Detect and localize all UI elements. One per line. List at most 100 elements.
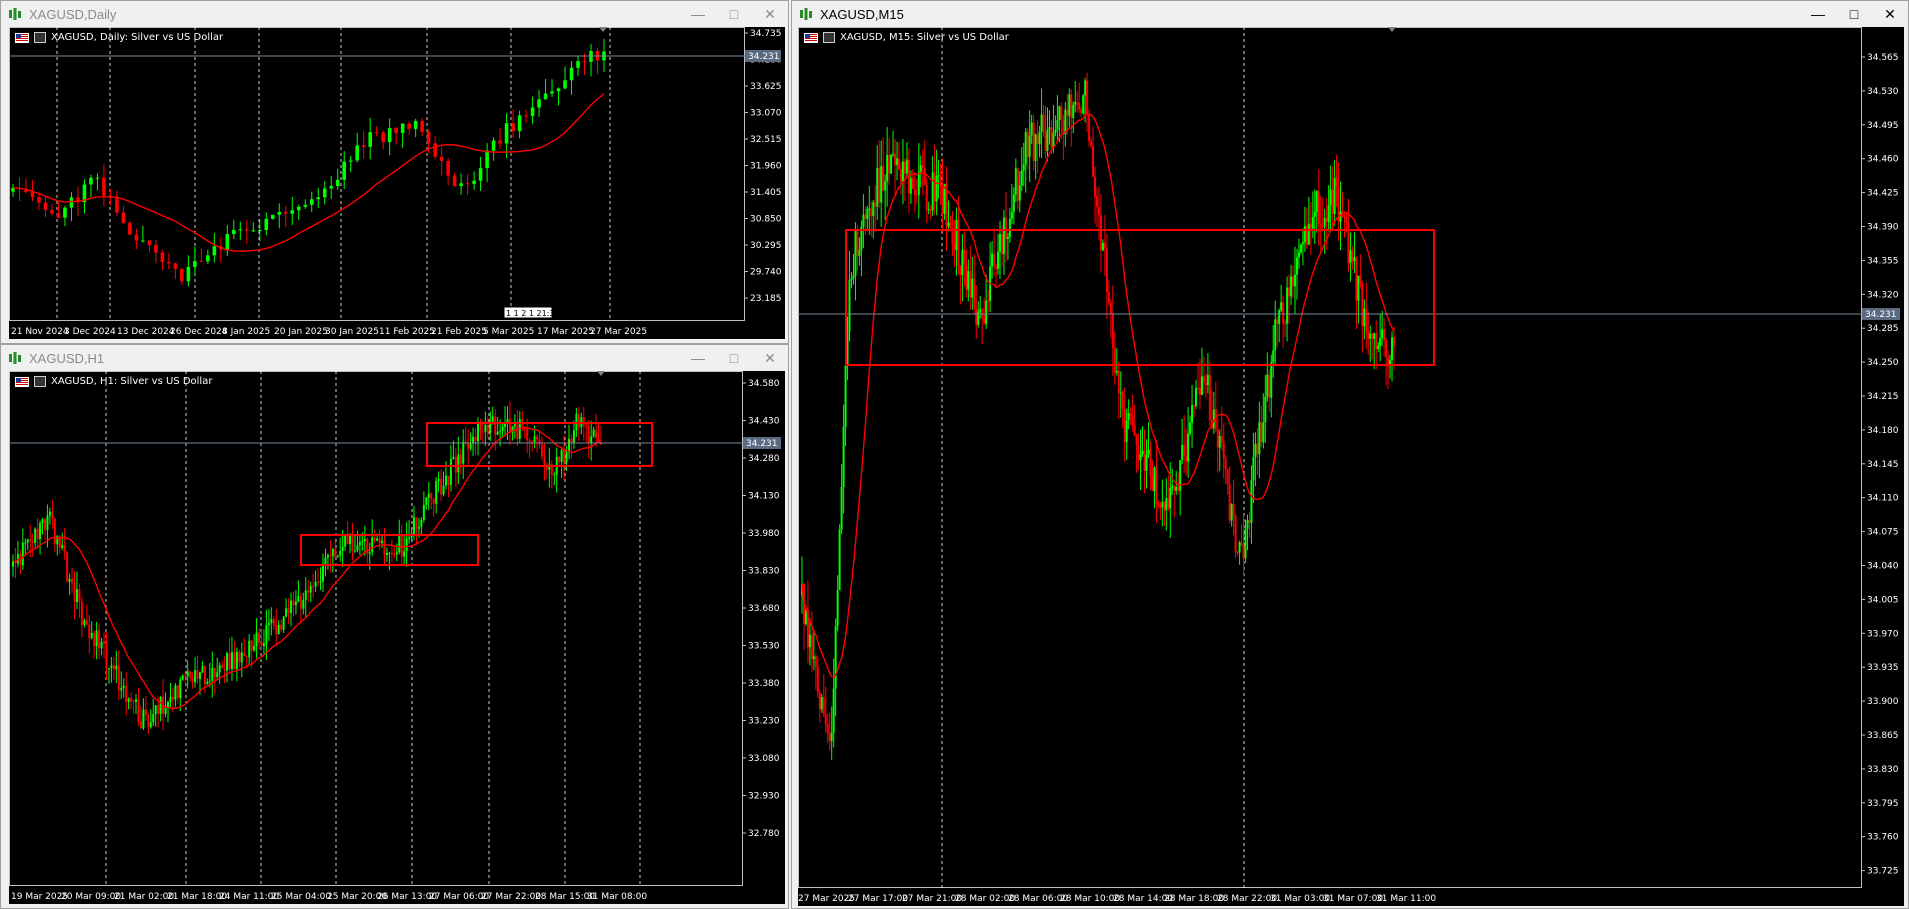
chart-window-icon xyxy=(7,6,23,22)
candle-body xyxy=(105,643,108,669)
daily-chart-window[interactable]: XAGUSD,Daily — □ ✕ 34.73534.18033.62533.… xyxy=(0,0,789,344)
candle-body xyxy=(420,120,424,132)
candle-body xyxy=(558,456,561,462)
candle-body xyxy=(1119,392,1122,394)
time-tick-label: 21 Feb 2025 xyxy=(431,327,487,337)
candle-body xyxy=(1193,405,1196,407)
candle-body xyxy=(356,545,359,551)
candle-body xyxy=(334,548,337,558)
daily-svg: 34.73534.18033.62533.07032.51531.96031.4… xyxy=(9,27,782,337)
candle-body xyxy=(577,413,580,428)
m15-chart-area[interactable]: 34.565 34.530 34.495 34.460 34.425 34.390 34.3… xyxy=(798,27,1904,906)
candle-body xyxy=(1292,276,1295,287)
candle-body xyxy=(528,440,531,442)
m15-titlebar[interactable]: XAGUSD,M15 — □ ✕ xyxy=(792,1,1908,27)
time-tick-label: 31 Mar 11:00 xyxy=(1376,894,1436,904)
candle-body xyxy=(836,590,839,627)
candle-body xyxy=(854,231,857,276)
candle-body xyxy=(1042,114,1045,133)
minimize-button[interactable]: — xyxy=(680,1,716,27)
h1-titlebar[interactable]: XAGUSD,H1 — □ ✕ xyxy=(1,345,788,371)
candle-body xyxy=(484,425,487,432)
candle-body xyxy=(882,166,885,191)
daily-chart-area[interactable]: 34.73534.18033.62533.07032.51531.96031.4… xyxy=(9,27,785,339)
candle-body xyxy=(1058,106,1061,121)
price-tick-label: 33.530 xyxy=(748,642,780,652)
candle-body xyxy=(537,99,541,108)
candle-body xyxy=(413,517,416,534)
time-tick-label: 28 Mar 10:00 xyxy=(1060,894,1120,904)
candle-body xyxy=(1375,332,1378,350)
close-button[interactable]: ✕ xyxy=(1872,1,1908,27)
candle-body xyxy=(157,705,160,714)
candle-body xyxy=(394,128,398,134)
candle-body xyxy=(911,178,914,189)
candle-body xyxy=(486,425,489,433)
candle-body xyxy=(115,665,118,670)
daily-titlebar[interactable]: XAGUSD,Daily — □ ✕ xyxy=(1,1,788,27)
candle-body xyxy=(1282,302,1285,324)
h1-chart-area[interactable]: 34.580 34.430 34.280 34.130 33.980 33.830 33.6… xyxy=(9,371,785,904)
candle-body xyxy=(393,554,396,556)
candle-body xyxy=(1367,331,1370,339)
candle-body xyxy=(395,552,398,555)
candle-body xyxy=(485,150,489,169)
price-tick-label: 34.355 xyxy=(1867,256,1899,266)
maximize-button[interactable]: □ xyxy=(716,345,752,371)
candle-body xyxy=(941,188,944,214)
candle-body xyxy=(953,245,956,251)
candle-body xyxy=(824,714,827,725)
candle-body xyxy=(90,632,93,639)
candle-body xyxy=(1276,319,1279,324)
candle-body xyxy=(886,154,889,182)
candle-body xyxy=(280,624,283,630)
candle-body xyxy=(341,546,344,551)
candle-body xyxy=(417,526,420,529)
candle-body xyxy=(572,430,575,443)
candle-body xyxy=(1187,433,1190,462)
candle-body xyxy=(536,436,539,440)
candle-body xyxy=(233,652,236,670)
candle-body xyxy=(1129,413,1132,417)
close-button[interactable]: ✕ xyxy=(752,1,788,27)
close-button[interactable]: ✕ xyxy=(752,345,788,371)
candle-body xyxy=(923,167,926,185)
price-tick-label: 33.935 xyxy=(1867,663,1899,673)
candle-body xyxy=(264,218,269,231)
m15-chart-window[interactable]: XAGUSD,M15 — □ ✕ 34.565 34.530 34.495 34.46… xyxy=(791,0,1909,909)
candle-body xyxy=(949,222,952,228)
minimize-button[interactable]: — xyxy=(680,345,716,371)
candle-body xyxy=(1286,287,1289,324)
candle-body xyxy=(194,670,197,683)
candle-body xyxy=(452,175,457,187)
candle-body xyxy=(299,596,302,609)
candle-body xyxy=(277,211,282,215)
candle-body xyxy=(98,630,101,649)
candle-body xyxy=(342,161,347,180)
candle-body xyxy=(1325,217,1328,222)
candle-body xyxy=(543,456,546,466)
candle-body xyxy=(186,671,189,677)
candle-body xyxy=(1381,329,1384,338)
candle-body xyxy=(303,204,308,207)
minimize-button[interactable]: — xyxy=(1800,1,1836,27)
candle-body xyxy=(1088,114,1091,141)
candle-body xyxy=(587,426,590,443)
candle-body xyxy=(75,589,78,603)
candle-body xyxy=(1173,485,1176,491)
candle-body xyxy=(430,493,433,500)
maximize-button[interactable]: □ xyxy=(1836,1,1872,27)
candle-body xyxy=(931,172,934,211)
candle-body xyxy=(563,450,566,462)
candle-body xyxy=(1323,217,1326,227)
maximize-button[interactable]: □ xyxy=(716,1,752,27)
time-tick-label: 26 Dec 2024 xyxy=(170,327,228,337)
candle-body xyxy=(208,680,211,682)
time-tick-label: 19 Mar 2025 xyxy=(11,892,68,902)
candle-body xyxy=(1297,252,1300,258)
price-tick-label: 34.250 xyxy=(1867,358,1899,368)
h1-chart-window[interactable]: XAGUSD,H1 — □ ✕ 34.580 34.430 34.280 34.130… xyxy=(0,344,789,909)
candle-body xyxy=(43,202,48,210)
candle-body xyxy=(432,499,435,504)
price-tick-label: 34.075 xyxy=(1867,528,1899,538)
